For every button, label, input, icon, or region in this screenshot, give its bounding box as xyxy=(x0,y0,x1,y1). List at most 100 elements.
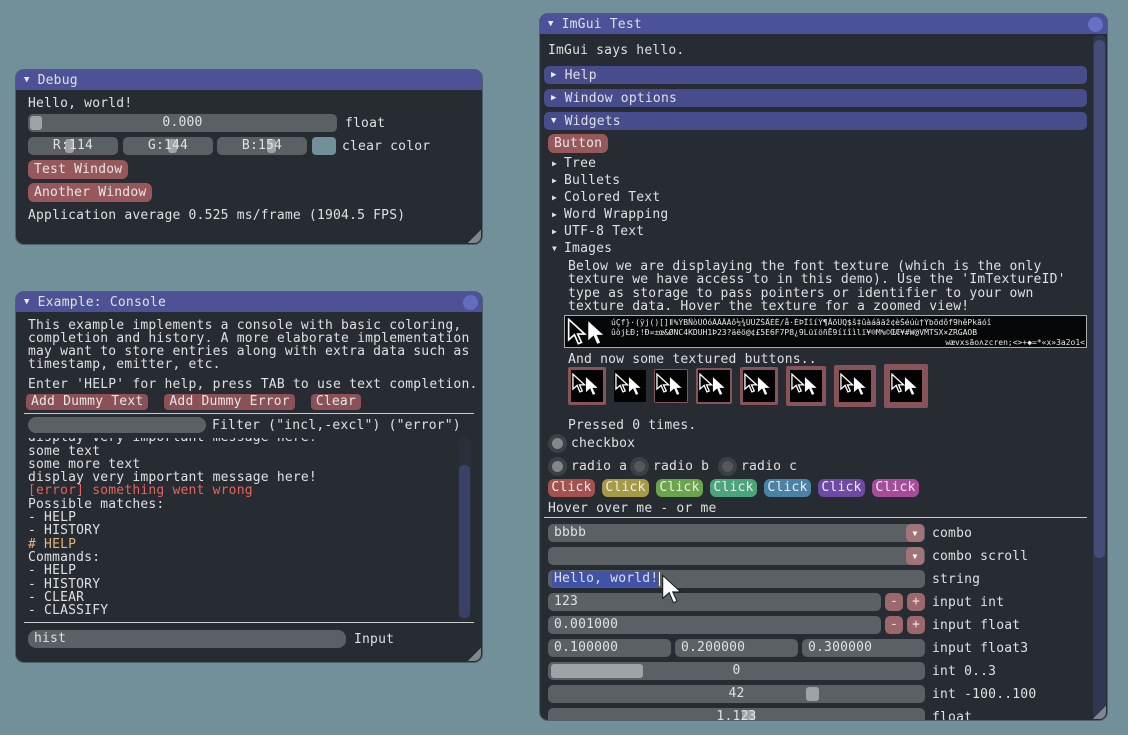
int-input-label: input int xyxy=(932,596,1004,609)
resize-grip[interactable] xyxy=(467,229,481,243)
decrement-button[interactable]: - xyxy=(885,593,903,611)
console-titlebar[interactable]: ▼ Example: Console xyxy=(16,292,482,312)
float-input[interactable]: 0.001000 xyxy=(548,616,881,634)
tree-node-colored-text[interactable]: ▶ Colored Text xyxy=(552,191,660,204)
collapse-arrow-icon[interactable]: ▼ xyxy=(24,298,30,307)
resize-grip[interactable] xyxy=(467,647,481,661)
color-slider-b[interactable]: B:154 xyxy=(217,137,307,155)
cursor-texture xyxy=(839,370,871,402)
collapse-arrow-icon[interactable]: ▼ xyxy=(24,76,30,85)
debug-titlebar[interactable]: ▼ Debug xyxy=(16,70,482,90)
scrollbar-thumb[interactable] xyxy=(1094,40,1105,558)
increment-button[interactable]: + xyxy=(907,616,925,634)
dropdown-button[interactable]: ▼ xyxy=(906,547,924,565)
radio-a[interactable] xyxy=(548,457,567,476)
debug-window: ▼ Debug Hello, world! 0.000 float R:114 … xyxy=(16,70,482,244)
clear-button[interactable]: Clear xyxy=(311,394,361,410)
font-texture-glyphs: ûòjŁĐ;!Ð¤±œ&ØNC4KDUH1Þ23?äëö@¢£5E6F7P8¿9… xyxy=(611,328,1085,337)
checkbox[interactable] xyxy=(548,434,567,453)
tree-node-images[interactable]: ▼ Images xyxy=(552,242,612,255)
separator xyxy=(24,413,474,414)
log-scrollbar[interactable] xyxy=(458,438,471,620)
console-log[interactable]: display very important message here! som… xyxy=(16,438,472,620)
log-line: - CLASSIFY xyxy=(28,604,108,617)
tree-node-tree[interactable]: ▶ Tree xyxy=(552,157,596,170)
test-window-button[interactable]: Test Window xyxy=(28,160,128,179)
image-button[interactable] xyxy=(786,366,826,406)
click-button-2[interactable]: Click xyxy=(602,479,649,497)
clear-color-swatch[interactable] xyxy=(312,137,336,155)
checkbox-mark xyxy=(552,438,563,449)
tree-node-bullets[interactable]: ▶ Bullets xyxy=(552,174,620,187)
close-button[interactable] xyxy=(463,295,478,310)
tree-arrow-icon: ▶ xyxy=(552,176,557,185)
click-button-1[interactable]: Click xyxy=(548,479,595,497)
hover-caption[interactable]: Hover over me - or me xyxy=(548,502,717,515)
radio-c[interactable] xyxy=(718,457,737,476)
command-input[interactable]: hist xyxy=(28,630,346,648)
click-button-3[interactable]: Click xyxy=(656,479,703,497)
radio-b[interactable] xyxy=(630,457,649,476)
add-dummy-text-button[interactable]: Add Dummy Text xyxy=(26,394,148,410)
click-button-4[interactable]: Click xyxy=(710,479,757,497)
combo-label: combo xyxy=(932,527,972,540)
float-slider-widget-label: float xyxy=(932,711,972,720)
image-button[interactable] xyxy=(614,370,646,402)
tree-node-label: Tree xyxy=(564,157,596,170)
color-slider-r[interactable]: R:114 xyxy=(28,137,118,155)
float-slider-widget[interactable]: 1.123 xyxy=(548,708,925,720)
float3-input-z[interactable]: 0.300000 xyxy=(802,639,925,657)
image-button[interactable] xyxy=(568,367,606,405)
int-slider-small[interactable]: 0 xyxy=(548,662,925,680)
header-widgets[interactable]: ▼ Widgets xyxy=(544,112,1087,130)
image-button[interactable] xyxy=(654,369,688,403)
cursor-texture xyxy=(790,370,822,402)
dropdown-button[interactable]: ▼ xyxy=(906,524,924,542)
image-button[interactable] xyxy=(696,368,732,404)
separator xyxy=(544,517,1087,518)
add-dummy-error-button[interactable]: Add Dummy Error xyxy=(164,394,294,410)
button-widget[interactable]: Button xyxy=(548,134,608,153)
float3-input-y[interactable]: 0.200000 xyxy=(675,639,798,657)
click-button-6[interactable]: Click xyxy=(818,479,865,497)
cursor-texture xyxy=(698,370,730,402)
int-input-value: 123 xyxy=(554,595,578,608)
images-text-line: texture data. Hover the texture for a zo… xyxy=(568,300,969,313)
float-input-value: 0.001000 xyxy=(554,618,618,631)
window-scrollbar[interactable] xyxy=(1093,35,1106,719)
resize-grip[interactable] xyxy=(1092,705,1106,719)
tree-node-word-wrapping[interactable]: ▶ Word Wrapping xyxy=(552,208,668,221)
image-button[interactable] xyxy=(834,365,876,407)
click-button-7[interactable]: Click xyxy=(872,479,919,497)
filter-input[interactable] xyxy=(28,417,206,433)
close-button[interactable] xyxy=(1088,17,1103,32)
increment-button[interactable]: + xyxy=(907,593,925,611)
click-buttons-row: Click Click Click Click Click Click Clic… xyxy=(548,479,919,497)
click-button-5[interactable]: Click xyxy=(764,479,811,497)
intro-line: timestamp, emitter, etc. xyxy=(28,358,221,371)
greeting-text: Hello, world! xyxy=(28,97,132,110)
combo-scroll-label: combo scroll xyxy=(932,550,1028,563)
float3-input-x[interactable]: 0.100000 xyxy=(548,639,671,657)
decrement-button[interactable]: - xyxy=(885,616,903,634)
float-slider-label: float xyxy=(345,117,385,130)
image-button[interactable] xyxy=(884,364,928,408)
tree-node-utf8-text[interactable]: ▶ UTF-8 Text xyxy=(552,225,644,238)
image-button[interactable] xyxy=(740,367,778,405)
color-slider-g[interactable]: G:144 xyxy=(123,137,213,155)
font-texture-image[interactable]: úÇf}·(ÿj()[]ǁ%ÝBÑòÙÔóÃÂÄÀô½¾ÙÚŽŠÅÉÊ/å·ÈÞ… xyxy=(564,315,1087,348)
test-titlebar[interactable]: ▼ ImGui Test xyxy=(540,14,1107,34)
float3-value: 0.100000 xyxy=(554,641,618,654)
int-input[interactable]: 123 xyxy=(548,593,881,611)
float-slider[interactable]: 0.000 xyxy=(28,114,337,132)
string-input[interactable]: Hello, world! xyxy=(548,570,925,588)
header-help[interactable]: ▶ Help xyxy=(544,66,1087,84)
collapse-arrow-icon[interactable]: ▼ xyxy=(548,20,554,29)
combo-scroll-box[interactable]: ▼ xyxy=(548,547,925,565)
slider-value: 1.123 xyxy=(548,710,925,720)
header-window-options[interactable]: ▶ Window options xyxy=(544,89,1087,107)
combo-box[interactable]: bbbb ▼ xyxy=(548,524,925,542)
another-window-button[interactable]: Another Window xyxy=(28,183,152,202)
int-slider-big[interactable]: 42 xyxy=(548,685,925,703)
scrollbar-thumb[interactable] xyxy=(459,465,470,618)
